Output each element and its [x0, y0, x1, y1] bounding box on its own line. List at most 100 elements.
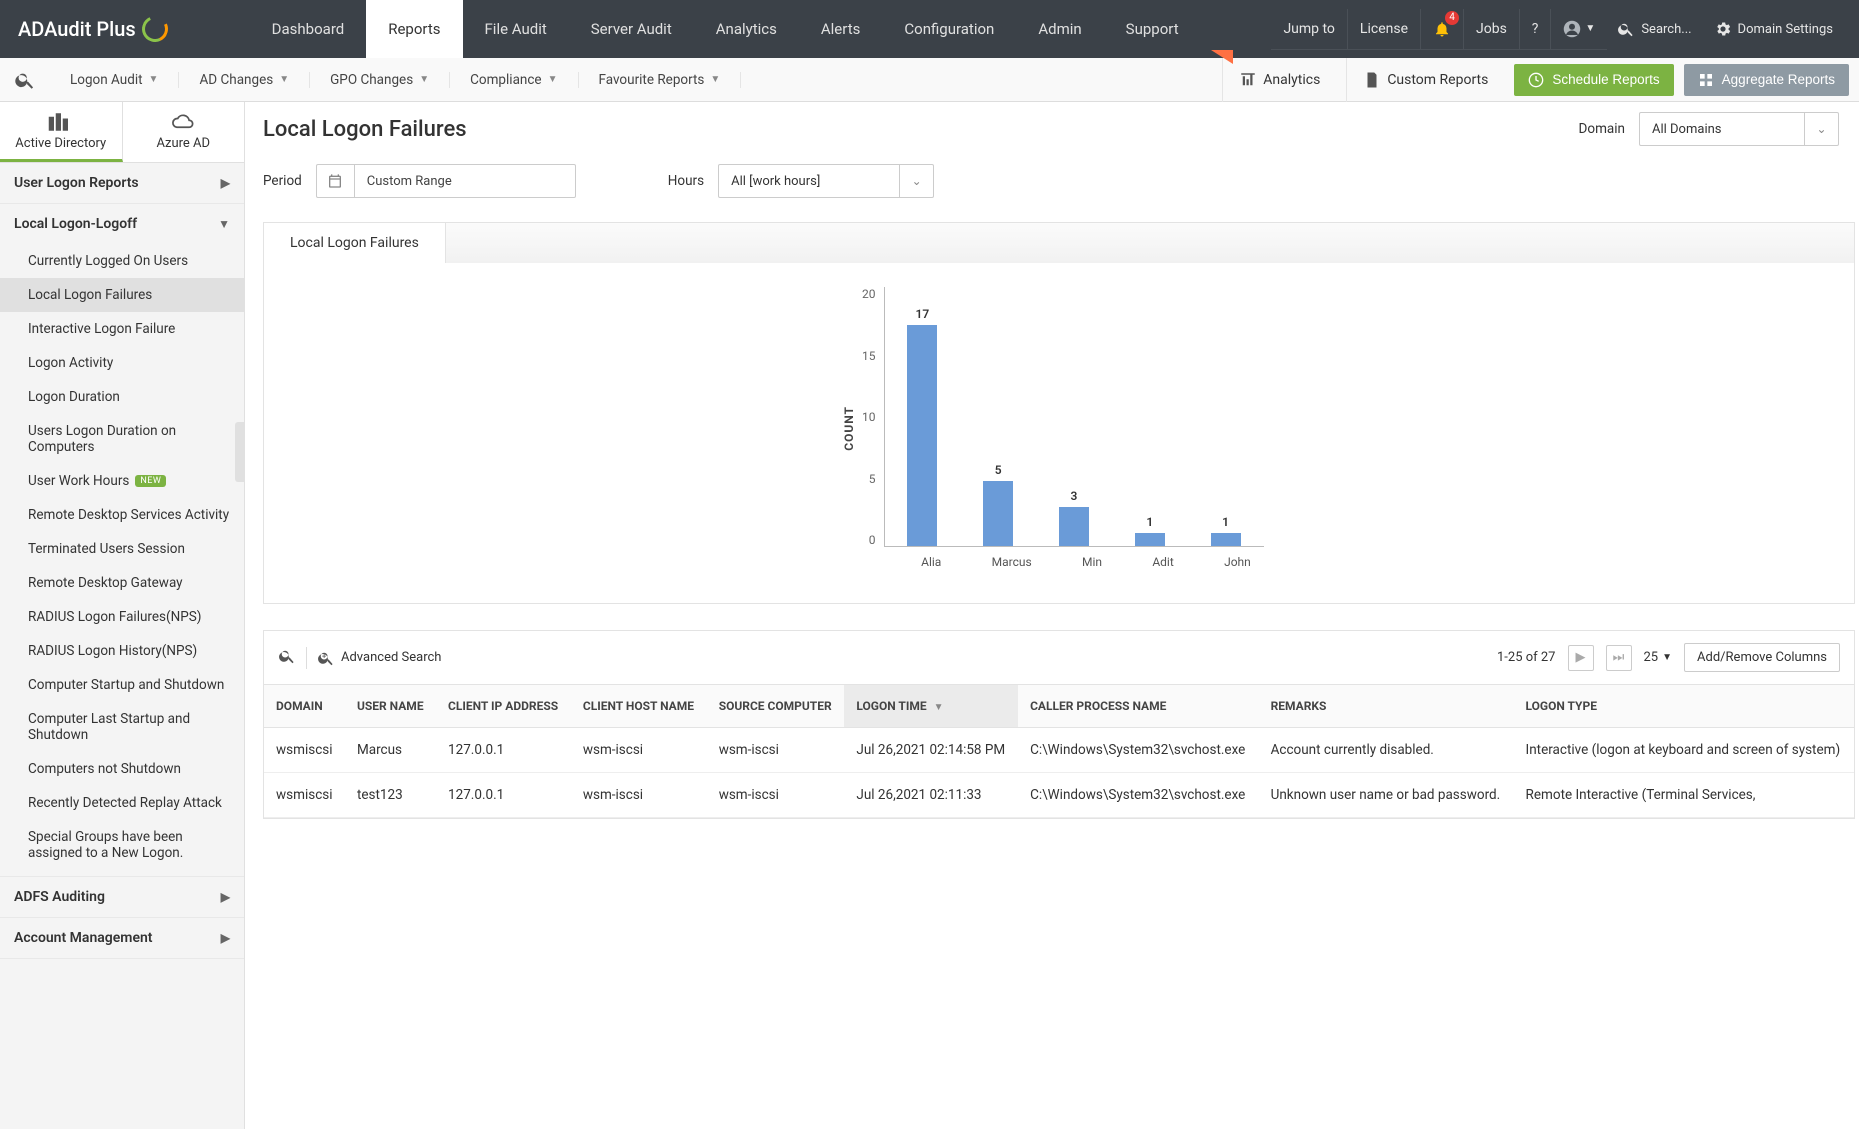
brand-arc-icon	[142, 16, 168, 42]
side-item-radius-logon-failures-nps[interactable]: RADIUS Logon Failures(NPS)	[0, 600, 244, 634]
side-group-adfs-auditing[interactable]: ADFS Auditing▶	[0, 877, 244, 917]
period-picker[interactable]: Custom Range	[316, 164, 576, 198]
domain-settings-label: Domain Settings	[1738, 22, 1833, 37]
custom-reports-link[interactable]: Custom Reports	[1346, 58, 1504, 102]
analytics-label: Analytics	[1263, 72, 1320, 88]
col-user-name[interactable]: USER NAME	[345, 685, 436, 728]
nav-alerts[interactable]: Alerts	[799, 0, 883, 58]
pager-last-button[interactable]: ⏭	[1606, 645, 1632, 671]
analytics-link[interactable]: Analytics	[1222, 58, 1336, 102]
sidebar-collapse-handle[interactable]	[235, 422, 245, 482]
results-table-wrap: DOMAINUSER NAMECLIENT IP ADDRESSCLIENT H…	[263, 684, 1855, 819]
side-item-terminated-users-session[interactable]: Terminated Users Session	[0, 532, 244, 566]
user-menu[interactable]: ▼	[1550, 9, 1607, 49]
add-remove-columns-button[interactable]: Add/Remove Columns	[1684, 643, 1840, 672]
custom-report-icon	[1363, 71, 1381, 89]
col-source-computer[interactable]: SOURCE COMPUTER	[707, 685, 845, 728]
user-icon	[1563, 20, 1581, 38]
aggregate-reports-button[interactable]: Aggregate Reports	[1684, 64, 1849, 96]
bar[interactable]: 5	[970, 463, 1026, 546]
table-row[interactable]: wsmiscsiMarcus127.0.0.1wsm-iscsiwsm-iscs…	[264, 728, 1854, 773]
side-item-interactive-logon-failure[interactable]: Interactive Logon Failure	[0, 312, 244, 346]
bar-rect	[907, 325, 937, 546]
domain-settings-link[interactable]: Domain Settings	[1702, 9, 1845, 49]
side-item-computers-not-shutdown[interactable]: Computers not Shutdown	[0, 752, 244, 786]
chart-container: COUNT 20151050 175311 AliaMarcusMinAditJ…	[263, 263, 1855, 604]
cell: wsmiscsi	[264, 773, 345, 818]
sec-search-button[interactable]	[0, 69, 50, 91]
sec-compliance[interactable]: Compliance▼	[450, 72, 578, 88]
side-item-radius-logon-history-nps[interactable]: RADIUS Logon History(NPS)	[0, 634, 244, 668]
hours-dropdown[interactable]: All [work hours] ⌄	[718, 164, 934, 198]
side-item-special-groups-have-been-assigned-to-a-new-logon[interactable]: Special Groups have been assigned to a N…	[0, 820, 244, 870]
bar-rect	[1211, 533, 1241, 546]
bar-value-label: 1	[1146, 515, 1153, 529]
side-item-logon-activity[interactable]: Logon Activity	[0, 346, 244, 380]
table-search-button[interactable]	[278, 647, 296, 669]
side-group-account-management[interactable]: Account Management▶	[0, 918, 244, 958]
sec-ad-changes[interactable]: AD Changes▼	[179, 72, 310, 88]
page-size-dropdown[interactable]: 25 ▼	[1644, 650, 1673, 665]
side-item-computer-last-startup-and-shutdown[interactable]: Computer Last Startup and Shutdown	[0, 702, 244, 752]
table-row[interactable]: wsmiscsitest123127.0.0.1wsm-iscsiwsm-isc…	[264, 773, 1854, 818]
sec-gpo-changes[interactable]: GPO Changes▼	[310, 72, 450, 88]
cell: test123	[345, 773, 436, 818]
pager-next-button[interactable]: ▶	[1568, 645, 1594, 671]
side-item-remote-desktop-services-activity[interactable]: Remote Desktop Services Activity	[0, 498, 244, 532]
nav-analytics[interactable]: Analytics	[694, 0, 799, 58]
col-logon-time[interactable]: LOGON TIME ▼	[844, 685, 1018, 728]
nav-support[interactable]: Support	[1104, 0, 1201, 58]
cell: wsm-iscsi	[571, 773, 707, 818]
bar-rect	[1135, 533, 1165, 546]
side-item-logon-duration[interactable]: Logon Duration	[0, 380, 244, 414]
nav-file-audit[interactable]: File Audit	[463, 0, 569, 58]
col-client-host-name[interactable]: CLIENT HOST NAME	[571, 685, 707, 728]
side-item-user-work-hours[interactable]: User Work Hours NEW	[0, 464, 244, 498]
search-icon	[14, 69, 36, 91]
jobs-link[interactable]: Jobs	[1463, 9, 1519, 49]
side-item-currently-logged-on-users[interactable]: Currently Logged On Users	[0, 244, 244, 278]
col-logon-type[interactable]: LOGON TYPE	[1514, 685, 1854, 728]
cell: wsmiscsi	[264, 728, 345, 773]
jump-to-link[interactable]: Jump to	[1271, 9, 1346, 49]
bar[interactable]: 1	[1122, 515, 1178, 546]
cell: Unknown user name or bad password.	[1259, 773, 1514, 818]
side-item-local-logon-failures[interactable]: Local Logon Failures	[0, 278, 244, 312]
domain-dropdown[interactable]: All Domains ⌄	[1639, 112, 1839, 146]
tab-active-directory[interactable]: Active Directory	[0, 102, 123, 162]
tab-local-logon-failures[interactable]: Local Logon Failures	[264, 223, 446, 263]
side-item-recently-detected-replay-attack[interactable]: Recently Detected Replay Attack	[0, 786, 244, 820]
bar[interactable]: 3	[1046, 489, 1102, 546]
nav-reports[interactable]: Reports	[366, 0, 462, 58]
nav-configuration[interactable]: Configuration	[882, 0, 1016, 58]
license-link[interactable]: License	[1347, 9, 1420, 49]
hours-value: All [work hours]	[731, 174, 820, 189]
schedule-reports-button[interactable]: Schedule Reports	[1514, 64, 1673, 96]
bar[interactable]: 17	[894, 307, 950, 546]
nav-admin[interactable]: Admin	[1016, 0, 1103, 58]
bar[interactable]: 1	[1198, 515, 1254, 546]
nav-server-audit[interactable]: Server Audit	[569, 0, 694, 58]
sec-logon-audit[interactable]: Logon Audit▼	[50, 72, 179, 88]
help-button[interactable]: ?	[1519, 9, 1551, 49]
clock-icon	[1528, 72, 1544, 88]
col-caller-process-name[interactable]: CALLER PROCESS NAME	[1018, 685, 1259, 728]
side-item-computer-startup-and-shutdown[interactable]: Computer Startup and Shutdown	[0, 668, 244, 702]
y-ticks: 20151050	[862, 287, 884, 547]
global-search[interactable]: Search...	[1607, 9, 1701, 49]
side-item-remote-desktop-gateway[interactable]: Remote Desktop Gateway	[0, 566, 244, 600]
sec-favourite-reports[interactable]: Favourite Reports▼	[579, 72, 742, 88]
side-group-local-logon-logoff[interactable]: Local Logon-Logoff▼	[0, 204, 244, 244]
advanced-search-button[interactable]: Advanced Search	[317, 649, 441, 667]
notifications-button[interactable]: 4	[1420, 9, 1463, 49]
cell: C:\Windows\System32\svchost.exe	[1018, 773, 1259, 818]
col-client-ip-address[interactable]: CLIENT IP ADDRESS	[436, 685, 571, 728]
tab-azure-ad[interactable]: Azure AD	[123, 102, 245, 162]
col-remarks[interactable]: REMARKS	[1259, 685, 1514, 728]
x-tick: Marcus	[992, 555, 1032, 569]
side-group-user-logon-reports[interactable]: User Logon Reports▶	[0, 163, 244, 203]
nav-dashboard[interactable]: Dashboard	[250, 0, 367, 58]
cell: wsm-iscsi	[571, 728, 707, 773]
side-item-users-logon-duration-on-computers[interactable]: Users Logon Duration on Computers	[0, 414, 244, 464]
col-domain[interactable]: DOMAIN	[264, 685, 345, 728]
